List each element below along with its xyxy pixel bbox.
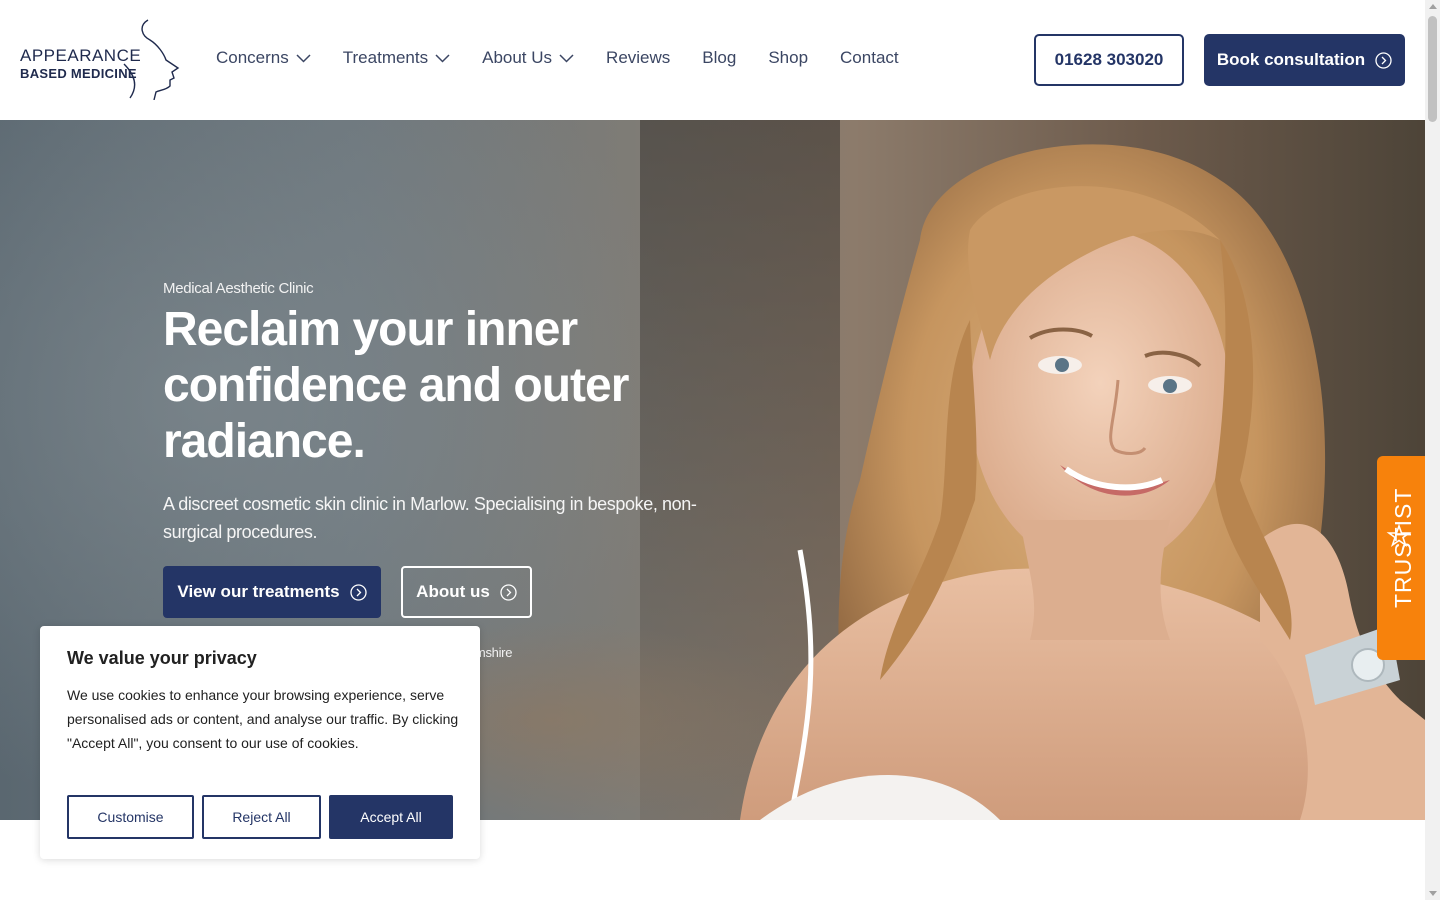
view-treatments-button[interactable]: View our treatments [163, 566, 381, 618]
book-label: Book consultation [1216, 50, 1366, 69]
nav-label: Blog [702, 48, 737, 67]
scroll-down-arrow-icon[interactable] [1429, 891, 1437, 896]
about-us-label: About us [416, 582, 490, 601]
nav-item-contact[interactable]: Contact [840, 48, 899, 68]
logo-line-1: APPEARANCE [20, 46, 142, 65]
phone-button[interactable]: 01628 303020 [1034, 34, 1184, 86]
cookie-title: We value your privacy [67, 648, 257, 668]
circle-chevron-right-icon [1375, 51, 1392, 69]
about-us-button[interactable]: About us [401, 566, 532, 618]
scroll-up-arrow-icon[interactable] [1429, 4, 1437, 9]
scrollbar-thumb[interactable] [1428, 16, 1437, 122]
logo-line-2: BASED MEDICINE [20, 66, 137, 81]
circle-chevron-right-icon [500, 583, 517, 601]
accept-all-button[interactable]: Accept All [329, 795, 453, 839]
site-header: APPEARANCE BASED MEDICINE Concerns Treat… [0, 0, 1425, 120]
nav-label: Reviews [606, 48, 671, 67]
cookie-description: We use cookies to enhance your browsing … [67, 687, 459, 751]
hero-title: Reclaim your inner confidence and outer … [163, 303, 629, 468]
nav-item-blog[interactable]: Blog [702, 48, 736, 68]
site-logo[interactable]: APPEARANCE BASED MEDICINE [20, 18, 185, 103]
page-scrollbar[interactable] [1425, 0, 1440, 900]
view-treatments-label: View our treatments [177, 582, 340, 601]
nav-item-treatments[interactable]: Treatments [343, 48, 450, 68]
book-consultation-button[interactable]: Book consultation [1204, 34, 1405, 86]
hero-subtitle: A discreet cosmetic skin clinic in Marlo… [163, 494, 697, 542]
nav-item-reviews[interactable]: Reviews [606, 48, 670, 68]
circle-chevron-right-icon [349, 583, 367, 601]
nav-item-about-us[interactable]: About Us [482, 48, 574, 68]
nav-item-shop[interactable]: Shop [768, 48, 808, 68]
cookie-consent-banner: We value your privacy We use cookies to … [40, 626, 480, 859]
hero-eyebrow: Medical Aesthetic Clinic [163, 280, 314, 297]
nav-label: Contact [840, 48, 899, 67]
nav-item-concerns[interactable]: Concerns [216, 48, 311, 68]
customise-button[interactable]: Customise [67, 795, 194, 839]
nav-label: About Us [482, 48, 553, 67]
main-nav: Concerns Treatments About Us Reviews Blo… [216, 48, 931, 68]
chevron-down-icon [296, 53, 311, 63]
hero-woman-image [740, 144, 1425, 820]
nav-label: Shop [768, 48, 809, 67]
phone-label: 01628 303020 [1054, 50, 1164, 69]
reject-all-button[interactable]: Reject All [202, 795, 321, 839]
nav-label: Concerns [216, 48, 289, 67]
trustist-reviews-tab[interactable]: TRUSTIST [1377, 456, 1425, 660]
nav-label: Treatments [342, 48, 429, 67]
trustist-label: TRUSTIST [1390, 487, 1416, 608]
chevron-down-icon [559, 53, 574, 63]
chevron-down-icon [435, 53, 450, 63]
